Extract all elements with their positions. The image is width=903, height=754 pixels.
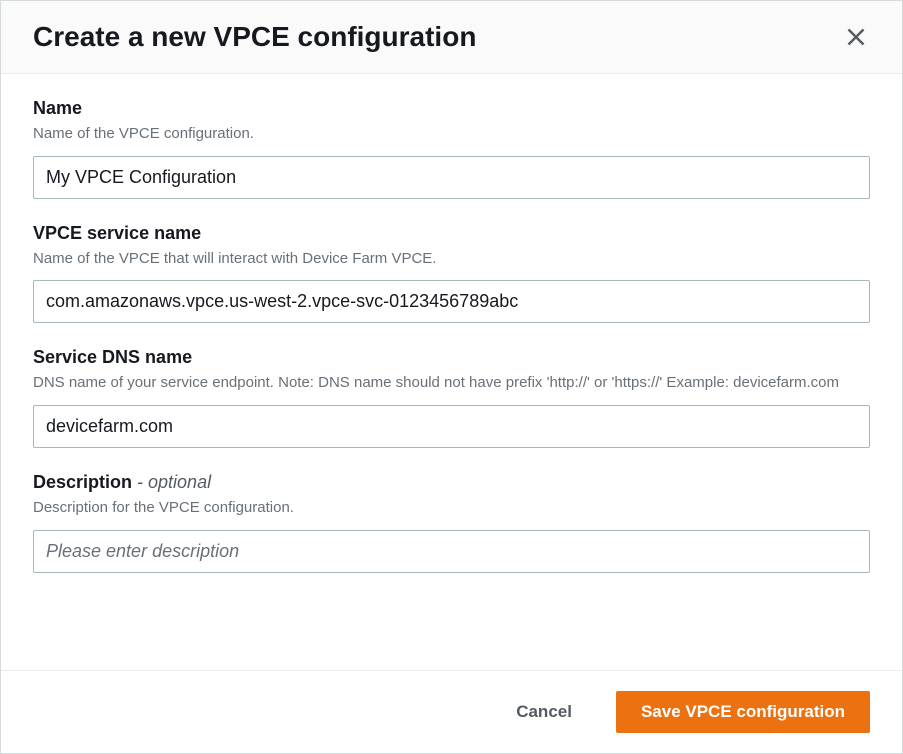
cancel-button[interactable]: Cancel bbox=[492, 692, 596, 732]
vpce-config-modal: Create a new VPCE configuration Name Nam… bbox=[0, 0, 903, 754]
description-hint: Description for the VPCE configuration. bbox=[33, 497, 870, 520]
dns-name-field-group: Service DNS name DNS name of your servic… bbox=[33, 347, 870, 448]
dns-name-label: Service DNS name bbox=[33, 347, 870, 368]
modal-header: Create a new VPCE configuration bbox=[1, 1, 902, 74]
description-label-text: Description bbox=[33, 472, 132, 492]
description-field-group: Description - optional Description for t… bbox=[33, 472, 870, 573]
dns-name-hint: DNS name of your service endpoint. Note:… bbox=[33, 372, 870, 395]
name-field-group: Name Name of the VPCE configuration. bbox=[33, 98, 870, 199]
dns-name-input[interactable] bbox=[33, 405, 870, 448]
description-optional-text: - optional bbox=[132, 472, 211, 492]
service-name-input[interactable] bbox=[33, 280, 870, 323]
close-icon bbox=[846, 27, 866, 47]
save-button[interactable]: Save VPCE configuration bbox=[616, 691, 870, 733]
modal-body: Name Name of the VPCE configuration. VPC… bbox=[1, 74, 902, 670]
description-label: Description - optional bbox=[33, 472, 870, 493]
service-name-hint: Name of the VPCE that will interact with… bbox=[33, 248, 870, 271]
name-input[interactable] bbox=[33, 156, 870, 199]
description-input[interactable] bbox=[33, 530, 870, 573]
service-name-label: VPCE service name bbox=[33, 223, 870, 244]
name-label: Name bbox=[33, 98, 870, 119]
modal-footer: Cancel Save VPCE configuration bbox=[1, 670, 902, 753]
service-name-field-group: VPCE service name Name of the VPCE that … bbox=[33, 223, 870, 324]
modal-title: Create a new VPCE configuration bbox=[33, 21, 476, 53]
name-hint: Name of the VPCE configuration. bbox=[33, 123, 870, 146]
close-button[interactable] bbox=[842, 23, 870, 51]
